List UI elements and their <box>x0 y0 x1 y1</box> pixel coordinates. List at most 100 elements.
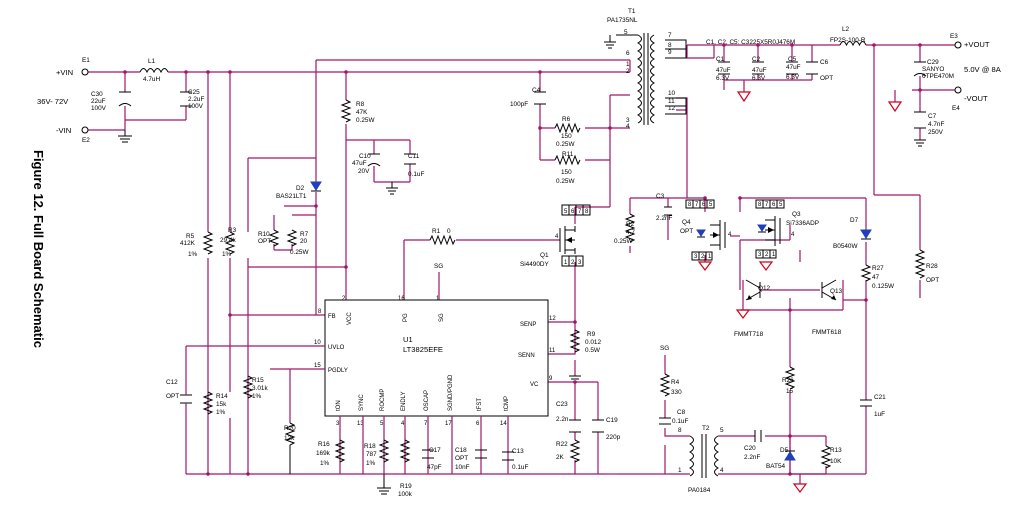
u1-ref: U1 <box>403 335 413 344</box>
r4-v1: 330 <box>671 389 682 396</box>
d7-ref: D7 <box>850 217 859 224</box>
q1-ref: Q1 <box>540 252 549 259</box>
r14-ref: R14 <box>216 393 228 400</box>
c29-v1: SANYO <box>922 66 944 73</box>
r16-v2: 1% <box>320 460 330 467</box>
capacitor-c10: C10 47uF 20V <box>352 153 381 175</box>
c12-v1: OPT <box>166 393 179 400</box>
t1-part: PA1735NL <box>607 17 638 24</box>
r2-v2: 0.25W <box>614 238 633 245</box>
input-terminals: E1 +VIN -VIN E2 36V- 72V <box>37 57 90 144</box>
u1-pin-senn: SENN <box>518 353 535 359</box>
r5-v1: 412K <box>180 240 196 247</box>
t1-pin4: 4 <box>626 123 630 130</box>
t1-pin10: 10 <box>668 90 676 97</box>
resistor-r11: R11 150 0.25W <box>554 151 581 185</box>
c18-ref: C18 <box>455 447 467 454</box>
ground-icon <box>118 130 132 143</box>
d2-ref: D2 <box>296 185 305 192</box>
e4-ref: E4 <box>952 105 960 112</box>
c12-ref: C12 <box>166 379 178 386</box>
sg2-net-label: SG <box>660 345 669 352</box>
r2-ref: R2 <box>626 221 635 228</box>
t1-pin6: 6 <box>626 50 630 57</box>
r28-ref: R28 <box>926 263 938 270</box>
r16-v1: 169k <box>316 450 331 457</box>
ground-red-icon <box>758 261 774 271</box>
capacitor-c11: C11 0.1uF <box>404 153 424 178</box>
capacitor-c23: C23 2.2n <box>556 401 581 433</box>
c10-v2: 20V <box>358 168 370 175</box>
resistor-r20: R20 12k <box>284 422 296 474</box>
t1-pin7: 7 <box>668 32 672 39</box>
u1-pin-uvlo: UVLO <box>328 345 345 351</box>
vin-pos-label: +VIN <box>56 68 73 77</box>
r9-v2: 0.5W <box>585 347 601 354</box>
r18-ref: R18 <box>364 443 376 450</box>
q3-ref: Q3 <box>792 211 801 218</box>
r6-ref: R6 <box>562 116 571 123</box>
resistor-r4: R4 330 <box>659 373 682 397</box>
t2-pin8: 8 <box>678 427 682 434</box>
ground-red-icon <box>697 261 713 271</box>
resistor-r6: R6 150 0.25W <box>554 116 581 148</box>
r6-v2: 0.25W <box>556 141 575 148</box>
capacitor-c12: C12 OPT <box>166 345 200 474</box>
vin-neg-label: -VIN <box>56 126 71 135</box>
c19-v1: 220p <box>606 434 621 441</box>
u1-pin-10-num: 10 <box>314 340 321 346</box>
e1-ref: E1 <box>82 57 90 64</box>
q3-pin8: 8 <box>758 202 762 208</box>
e1-terminal <box>81 68 89 76</box>
c30-v1: 22uF <box>91 98 106 105</box>
r22-ref: R22 <box>556 441 568 448</box>
c4-v1: 100pF <box>510 101 528 108</box>
t1-pin2: 2 <box>626 68 630 75</box>
u1-pin-16-num: 16 <box>398 296 405 302</box>
c6-ref: C6 <box>820 59 829 66</box>
u1-part: LT3825EFE <box>403 345 443 354</box>
capacitor-c18: C18 OPT 10nF <box>455 447 487 471</box>
q4-pin3: 3 <box>694 254 698 260</box>
capacitor-c7: C7 4.7nF 250V <box>914 111 944 136</box>
q1-pin7: 7 <box>578 209 582 215</box>
u1-pin-vc: VC <box>530 382 539 388</box>
u1-pin-tcmp: tCMP <box>504 396 510 411</box>
t2-pin5: 5 <box>720 427 724 434</box>
d5-ref: D5 <box>780 447 789 454</box>
u1-pin-tfst: tFST <box>477 398 483 411</box>
mosfet-q1: 5 6 7 8 4 1 2 3 Q1 Si4490DY <box>520 204 591 268</box>
c13-ref: C13 <box>512 448 524 455</box>
r16-ref: R16 <box>318 441 330 448</box>
c29-ref: C29 <box>927 59 939 66</box>
capacitor-c5: C5 47uF 6.3V <box>786 56 801 81</box>
q3-part: Si7336ADP <box>786 220 819 227</box>
q1-part: Si4490DY <box>520 261 550 268</box>
r9-ref: R9 <box>587 331 596 338</box>
ground-icon <box>377 474 391 495</box>
r18-v2: 1% <box>366 460 376 467</box>
r13-v1: 10K <box>830 458 842 465</box>
capacitor-c8: C8 0.1uF <box>659 409 688 425</box>
u1-pin-oscap: OSCAP <box>424 390 430 411</box>
c21-ref: C21 <box>874 394 886 401</box>
sg-net-label: SG <box>434 263 443 270</box>
t1-pin11: 11 <box>668 98 675 105</box>
u1-pin-8-num: 8 <box>318 309 322 315</box>
e2-terminal <box>81 126 89 134</box>
vout-pos-label: +VOUT <box>964 40 990 49</box>
d2-part: BAS21LT1 <box>276 193 307 200</box>
e4-terminal <box>954 86 962 94</box>
c5-v2: 6.3V <box>786 74 800 81</box>
junction-dots <box>123 43 922 476</box>
r1-v1: 0 <box>447 228 451 235</box>
r9-v1: 0.012 <box>585 339 601 346</box>
q4-pin5: 5 <box>709 202 713 208</box>
c23-v1: 2.2n <box>556 416 569 423</box>
r2-v1: 4.7 <box>626 229 635 236</box>
capacitor-c25: C25 2.2uF 100V <box>180 89 204 110</box>
c20-ref: C20 <box>744 445 756 452</box>
r27-v2: 0.125W <box>872 283 895 290</box>
l1-ref: L1 <box>148 58 156 65</box>
c23-ref: C23 <box>556 401 568 408</box>
